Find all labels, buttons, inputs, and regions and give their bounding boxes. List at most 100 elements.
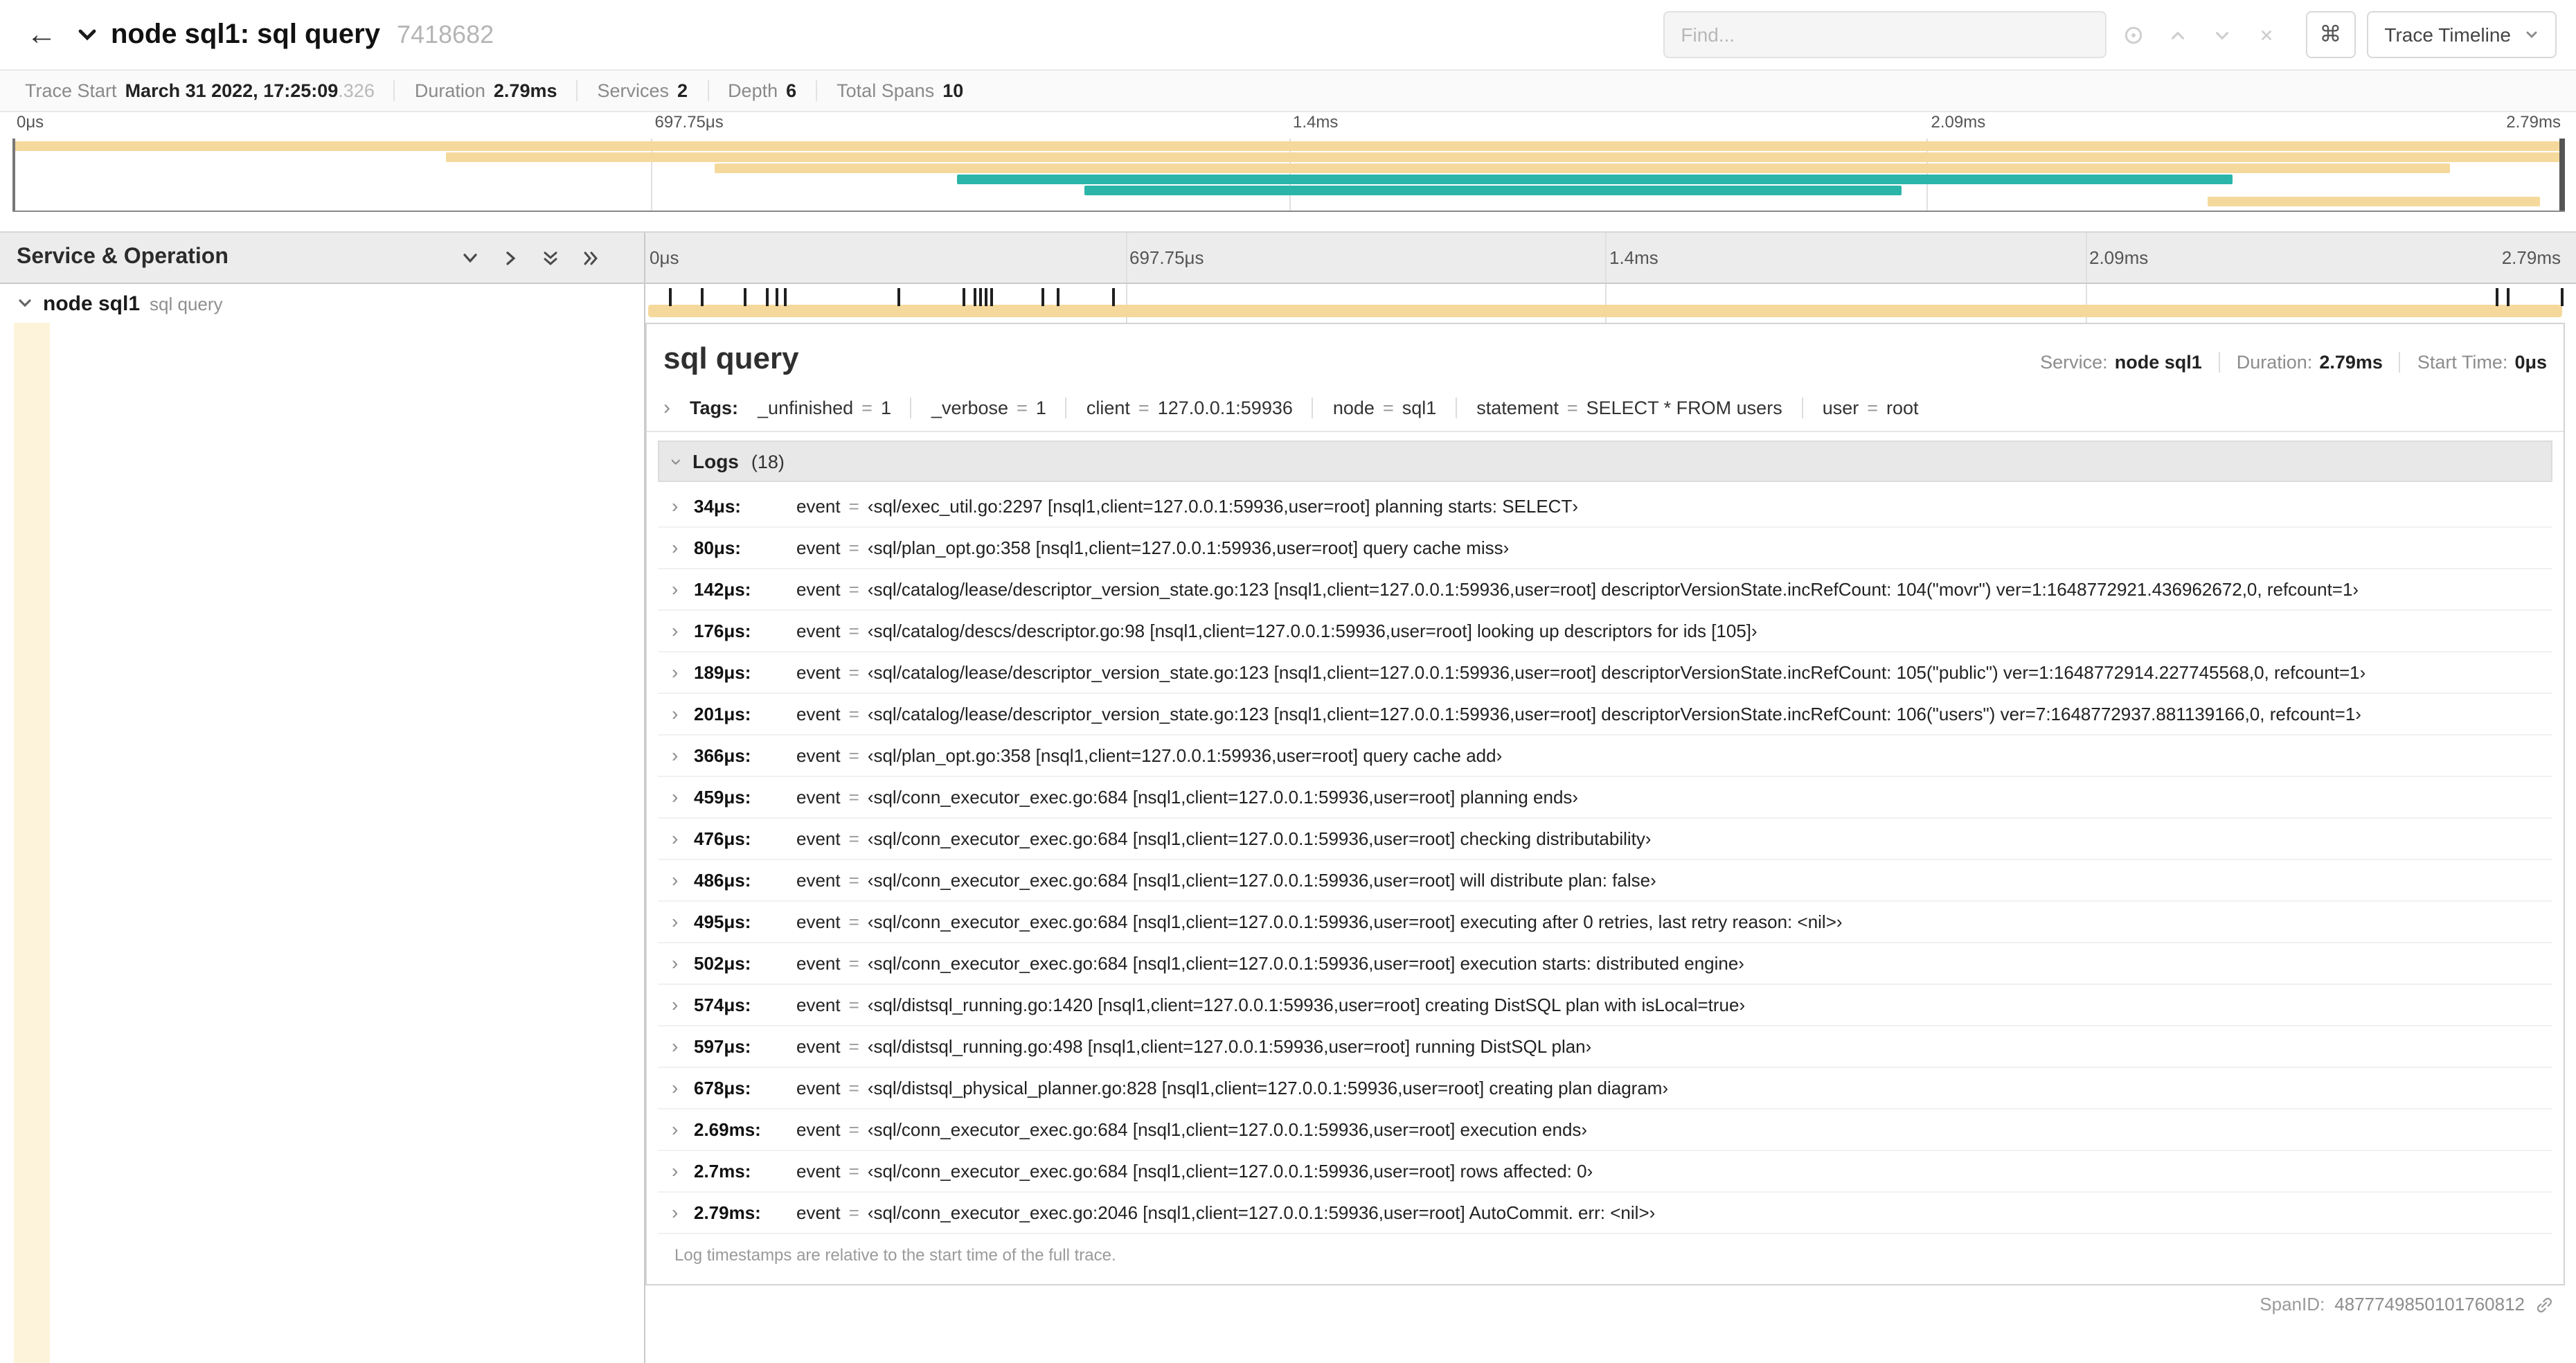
- timeline-gridline: [2085, 233, 2086, 283]
- log-entry[interactable]: › 678μs: event = ‹sql/distsql_physical_plann…: [658, 1068, 2552, 1110]
- log-entry[interactable]: › 189μs: event = ‹sql/catalog/lease/descript…: [658, 652, 2552, 694]
- log-entry[interactable]: › 201μs: event = ‹sql/catalog/lease/descript…: [658, 694, 2552, 736]
- trace-summary-bar: Trace Start March 31 2022, 17:25:09.326 …: [0, 69, 2576, 112]
- timeline-tick-label: 2.79ms: [2506, 112, 2561, 132]
- header-controls: ⌘ Trace Timeline: [1663, 11, 2557, 58]
- keyboard-shortcuts-button[interactable]: ⌘: [2305, 11, 2356, 58]
- minimap-left-scrubber[interactable]: [12, 139, 15, 211]
- log-message: ‹sql/catalog/lease/descriptor_version_st…: [867, 662, 2366, 683]
- log-entry[interactable]: › 574μs: event = ‹sql/distsql_running.go:142…: [658, 985, 2552, 1026]
- trace-title-toggle[interactable]: [75, 22, 100, 47]
- trace-timeline-page: ← node sql1: sql query 7418682 ⌘ Trace T…: [0, 0, 2576, 1363]
- equals-sign: =: [848, 1078, 859, 1098]
- log-field-name: event: [796, 995, 841, 1015]
- next-result-icon[interactable]: [2206, 18, 2239, 51]
- log-timestamp: 34μs:: [694, 496, 741, 517]
- tag-item: _unfinished = 1: [758, 398, 891, 418]
- span-detail-title: sql query: [663, 341, 799, 375]
- double-chevron-right-icon: [584, 251, 598, 265]
- log-marker: [985, 288, 988, 306]
- minimap-span-bar: [12, 141, 2565, 151]
- overview-service: Service: node sql1: [2040, 352, 2202, 373]
- equals-sign: =: [848, 995, 859, 1015]
- trace-id: 7418682: [396, 20, 494, 48]
- log-entry[interactable]: › 80μs: event = ‹sql/plan_opt.go:358 [nsql1,…: [658, 528, 2552, 569]
- collapse-one-button[interactable]: [458, 246, 482, 269]
- equals-sign: =: [848, 621, 859, 641]
- log-timestamp: 189μs:: [694, 662, 751, 683]
- chevron-down-icon: [2526, 31, 2537, 38]
- chevron-right-icon: ›: [672, 702, 679, 724]
- expand-all-button[interactable]: [579, 246, 602, 269]
- clear-search-icon[interactable]: [2250, 18, 2283, 51]
- log-entry[interactable]: › 2.69ms: event = ‹sql/conn_executor_exec.go…: [658, 1110, 2552, 1151]
- log-entry[interactable]: › 142μs: event = ‹sql/catalog/lease/descript…: [658, 569, 2552, 611]
- log-timestamp: 142μs:: [694, 579, 751, 600]
- log-message: ‹sql/catalog/lease/descriptor_version_st…: [867, 704, 2361, 724]
- chevron-right-icon: [506, 251, 516, 265]
- equals-sign: =: [1138, 398, 1150, 418]
- span-duration-bar[interactable]: [648, 305, 2562, 317]
- log-message: ‹sql/conn_executor_exec.go:684 [nsql1,cl…: [867, 828, 1652, 849]
- logs-note: Log timestamps are relative to the start…: [674, 1245, 1116, 1265]
- log-timestamp: 2.7ms:: [694, 1161, 751, 1182]
- chevron-right-icon: ›: [672, 1118, 679, 1140]
- timeline-ruler: 0μs 697.75μs 1.4ms 2.09ms 2.79ms: [645, 233, 2576, 283]
- log-message: ‹sql/conn_executor_exec.go:684 [nsql1,cl…: [867, 1119, 1588, 1140]
- deep-link-icon[interactable]: [2534, 1294, 2554, 1314]
- log-marker: [668, 288, 672, 306]
- log-timestamp: 597μs:: [694, 1036, 751, 1057]
- log-entry[interactable]: › 502μs: event = ‹sql/conn_executor_exec.go:…: [658, 943, 2552, 985]
- find-input[interactable]: [1663, 11, 2107, 58]
- trace-view-dropdown[interactable]: Trace Timeline: [2366, 11, 2557, 58]
- chevron-right-icon: ›: [672, 1035, 679, 1057]
- log-entry[interactable]: › 2.7ms: event = ‹sql/conn_executor_exec.go:…: [658, 1151, 2552, 1193]
- span-id-label: SpanID:: [2260, 1294, 2325, 1315]
- back-arrow-icon: ←: [26, 17, 57, 51]
- log-entry[interactable]: › 176μs: event = ‹sql/catalog/descs/descript…: [658, 611, 2552, 652]
- log-entry[interactable]: › 486μs: event = ‹sql/conn_executor_exec.go:…: [658, 860, 2552, 902]
- tag-item: statement = SELECT * FROM users: [1456, 398, 1782, 418]
- span-row-timeline-cell[interactable]: [645, 284, 2576, 323]
- equals-sign: =: [848, 704, 859, 724]
- equals-sign: =: [848, 1202, 859, 1223]
- log-entry[interactable]: › 597μs: event = ‹sql/distsql_running.go:498…: [658, 1026, 2552, 1068]
- equals-sign: =: [848, 1161, 859, 1182]
- chevron-down-icon: [463, 253, 477, 262]
- collapse-all-button[interactable]: [539, 246, 562, 269]
- minimap-span-bar: [956, 175, 2233, 184]
- logs-count: (18): [751, 451, 785, 472]
- expand-one-button[interactable]: [499, 246, 522, 269]
- equals-sign: =: [848, 911, 859, 932]
- service-operation-header: Service & Operation: [0, 233, 645, 283]
- log-entry[interactable]: › 366μs: event = ‹sql/plan_opt.go:358 [nsql1…: [658, 736, 2552, 777]
- logs-toggle-header[interactable]: › Logs (18): [658, 440, 2552, 482]
- equals-sign: =: [848, 870, 859, 891]
- focus-match-icon[interactable]: [2117, 18, 2150, 51]
- log-field-name: event: [796, 496, 841, 517]
- chevron-down-icon[interactable]: [17, 295, 33, 312]
- log-field-name: event: [796, 828, 841, 849]
- prev-result-icon[interactable]: [2161, 18, 2194, 51]
- back-button[interactable]: ←: [14, 7, 69, 62]
- tag-key: statement: [1476, 398, 1559, 418]
- minimap-canvas[interactable]: [12, 139, 2565, 212]
- services-item: Services 2: [576, 80, 708, 101]
- tags-toggle-row[interactable]: › Tags: _unfinished = 1 _verbose = 1 client = 12…: [647, 388, 2564, 432]
- log-timestamp: 574μs:: [694, 995, 751, 1015]
- minimap-right-scrubber[interactable]: [2559, 139, 2565, 211]
- log-entry[interactable]: › 34μs: event = ‹sql/exec_util.go:2297 [nsql…: [658, 486, 2552, 528]
- equals-sign: =: [848, 496, 859, 517]
- log-message: ‹sql/conn_executor_exec.go:684 [nsql1,cl…: [867, 870, 1656, 891]
- log-entry[interactable]: › 2.79ms: event = ‹sql/conn_executor_exec.go…: [658, 1193, 2552, 1234]
- chevron-right-icon: ›: [672, 495, 679, 517]
- span-row[interactable]: node sql1 sql query: [0, 284, 2576, 323]
- log-marker: [979, 288, 983, 306]
- log-marker: [2507, 288, 2510, 306]
- log-entry[interactable]: › 495μs: event = ‹sql/conn_executor_exec.go:…: [658, 902, 2552, 943]
- log-entry[interactable]: › 476μs: event = ‹sql/conn_executor_exec.go:…: [658, 819, 2552, 860]
- trace-header: ← node sql1: sql query 7418682 ⌘ Trace T…: [0, 0, 2576, 69]
- log-marker: [1111, 288, 1115, 306]
- log-entry[interactable]: › 459μs: event = ‹sql/conn_executor_exec.go:…: [658, 777, 2552, 819]
- span-row-name-cell[interactable]: node sql1 sql query: [0, 284, 645, 323]
